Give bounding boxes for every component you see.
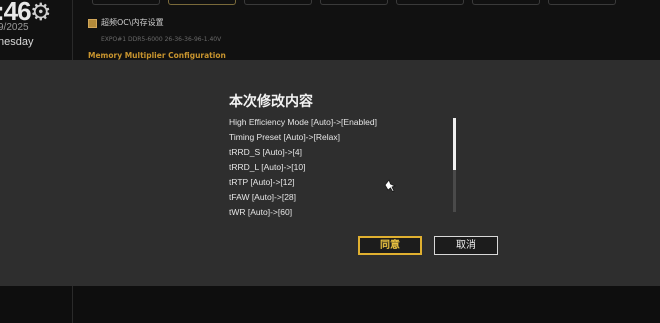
top-tab[interactable] [396, 0, 464, 5]
list-item: tWR [Auto]->[60] [229, 207, 293, 217]
list-item: tFAW [Auto]->[28] [229, 192, 297, 202]
bios-screen: :46 ⚙ 9/2025 nesday 超频OC\内存设置 EXPO#1 DDR… [0, 0, 660, 323]
mouse-pointer-icon [384, 179, 397, 192]
list-item: tRRD_L [Auto]->[10] [229, 162, 306, 172]
top-tab-strip [92, 0, 616, 5]
footer-divider [72, 286, 73, 323]
gear-icon[interactable]: ⚙ [30, 0, 52, 26]
breadcrumb: 超频OC\内存设置 [101, 18, 164, 27]
list-item: Timing Preset [Auto]->[Relax] [229, 132, 340, 142]
cancel-button[interactable]: 取消 [434, 236, 498, 255]
changes-dialog: 本次修改内容 High Efficiency Mode [Auto]->[Ena… [0, 60, 660, 286]
list-item: High Efficiency Mode [Auto]->[Enabled] [229, 117, 377, 127]
list-item: tRRD_S [Auto]->[4] [229, 147, 302, 157]
top-tab[interactable] [548, 0, 616, 5]
list-item: tRTP [Auto]->[12] [229, 177, 295, 187]
dialog-title: 本次修改内容 [229, 94, 313, 110]
header-divider [72, 0, 73, 60]
expo-profile-text: EXPO#1 DDR5-6000 26-36-36-96-1.40V [101, 36, 222, 43]
top-tab[interactable] [168, 0, 236, 5]
top-tab[interactable] [320, 0, 388, 5]
agree-button[interactable]: 同意 [358, 236, 422, 255]
changes-list[interactable]: High Efficiency Mode [Auto]->[Enabled] T… [229, 115, 444, 219]
folder-icon [88, 19, 97, 28]
top-tab[interactable] [92, 0, 160, 5]
clock-weekday: nesday [0, 36, 34, 48]
scroll-thumb[interactable] [453, 118, 456, 170]
top-tab[interactable] [472, 0, 540, 5]
section-heading: Memory Multiplier Configuration [88, 51, 226, 60]
bios-footer [0, 286, 660, 323]
top-tab[interactable] [244, 0, 312, 5]
list-scrollbar[interactable] [453, 118, 456, 212]
clock-date: 9/2025 [0, 22, 29, 33]
